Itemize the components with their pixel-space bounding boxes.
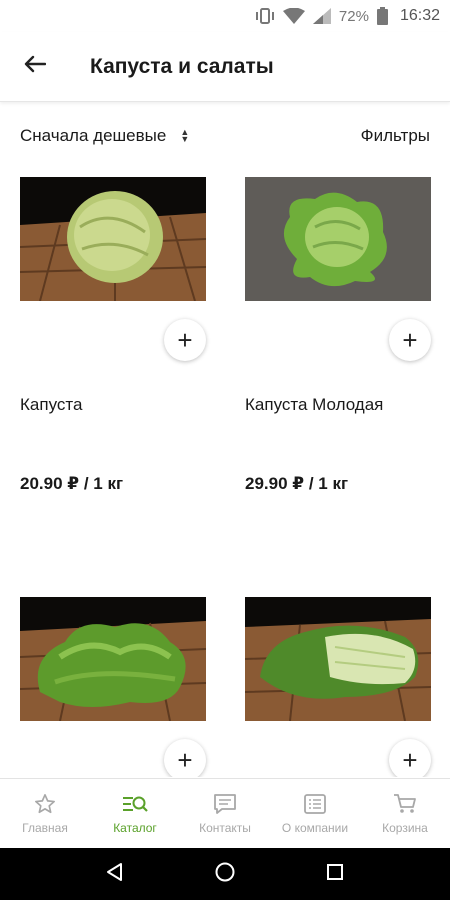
product-card-chinese-cabbage[interactable]: + (245, 589, 450, 777)
sort-arrows-icon: ▲ ▼ (180, 127, 190, 144)
product-price: 20.90 ₽ / 1 кг (20, 474, 124, 493)
catalog-search-icon (122, 793, 148, 815)
product-price: 29.90 ₽ / 1 кг (245, 474, 349, 493)
product-card-young-cabbage[interactable]: + Капуста Молодая 29.90 ₽ / 1 кг (245, 169, 450, 509)
system-home-icon[interactable] (214, 861, 236, 888)
filters-button[interactable]: Фильтры (361, 126, 430, 146)
nav-catalog[interactable]: Каталог (90, 779, 180, 848)
nav-label: Контакты (199, 820, 251, 835)
product-image-young-cabbage (245, 177, 431, 301)
system-nav-bar (0, 848, 450, 900)
back-arrow-icon (24, 55, 47, 78)
signal-icon (312, 8, 331, 24)
add-to-cart-button[interactable]: + (164, 739, 206, 777)
bottom-nav: Главная Каталог Контакты О компании Корз… (0, 778, 450, 848)
nav-contacts[interactable]: Контакты (180, 779, 270, 848)
nav-cart[interactable]: Корзина (360, 779, 450, 848)
battery-percent: 72% (338, 7, 369, 25)
nav-home[interactable]: Главная (0, 779, 90, 848)
product-card-lettuce[interactable]: + (20, 589, 225, 777)
chat-icon (213, 793, 237, 815)
nav-label: О компании (281, 820, 349, 835)
info-card-icon (303, 793, 327, 815)
product-grid: + Капуста 20.90 ₽ / 1 кг + Капуста Молод… (0, 169, 450, 777)
nav-label: Каталог (113, 820, 157, 835)
back-button[interactable] (0, 32, 70, 102)
wifi-icon (282, 8, 305, 24)
sort-dropdown[interactable]: Сначала дешевые ▲ ▼ (20, 126, 189, 146)
cart-icon (393, 793, 417, 815)
product-image-chinese-cabbage (245, 597, 431, 721)
battery-icon (376, 7, 388, 25)
vibrate-icon (255, 7, 275, 25)
app-bar: Капуста и салаты (0, 32, 450, 102)
status-bar: 72% 16:32 (0, 0, 450, 32)
sort-filter-bar: Сначала дешевые ▲ ▼ Фильтры (0, 103, 450, 169)
product-card-cabbage[interactable]: + Капуста 20.90 ₽ / 1 кг (20, 169, 225, 509)
add-to-cart-button[interactable]: + (389, 319, 431, 361)
system-recents-icon[interactable] (325, 862, 345, 887)
system-back-icon[interactable] (105, 862, 125, 887)
add-to-cart-button[interactable]: + (164, 319, 206, 361)
nav-label: Главная (22, 820, 68, 835)
product-image-cabbage (20, 177, 206, 301)
product-image-lettuce (20, 597, 206, 721)
clock: 16:32 (399, 7, 440, 24)
product-name: Капуста (20, 395, 83, 414)
sort-label: Сначала дешевые (20, 126, 167, 145)
product-name: Капуста Молодая (245, 395, 384, 414)
add-to-cart-button[interactable]: + (389, 739, 431, 777)
star-icon (34, 793, 56, 815)
page-title: Капуста и салаты (90, 54, 274, 78)
nav-about[interactable]: О компании (270, 779, 360, 848)
nav-label: Корзина (382, 820, 428, 835)
